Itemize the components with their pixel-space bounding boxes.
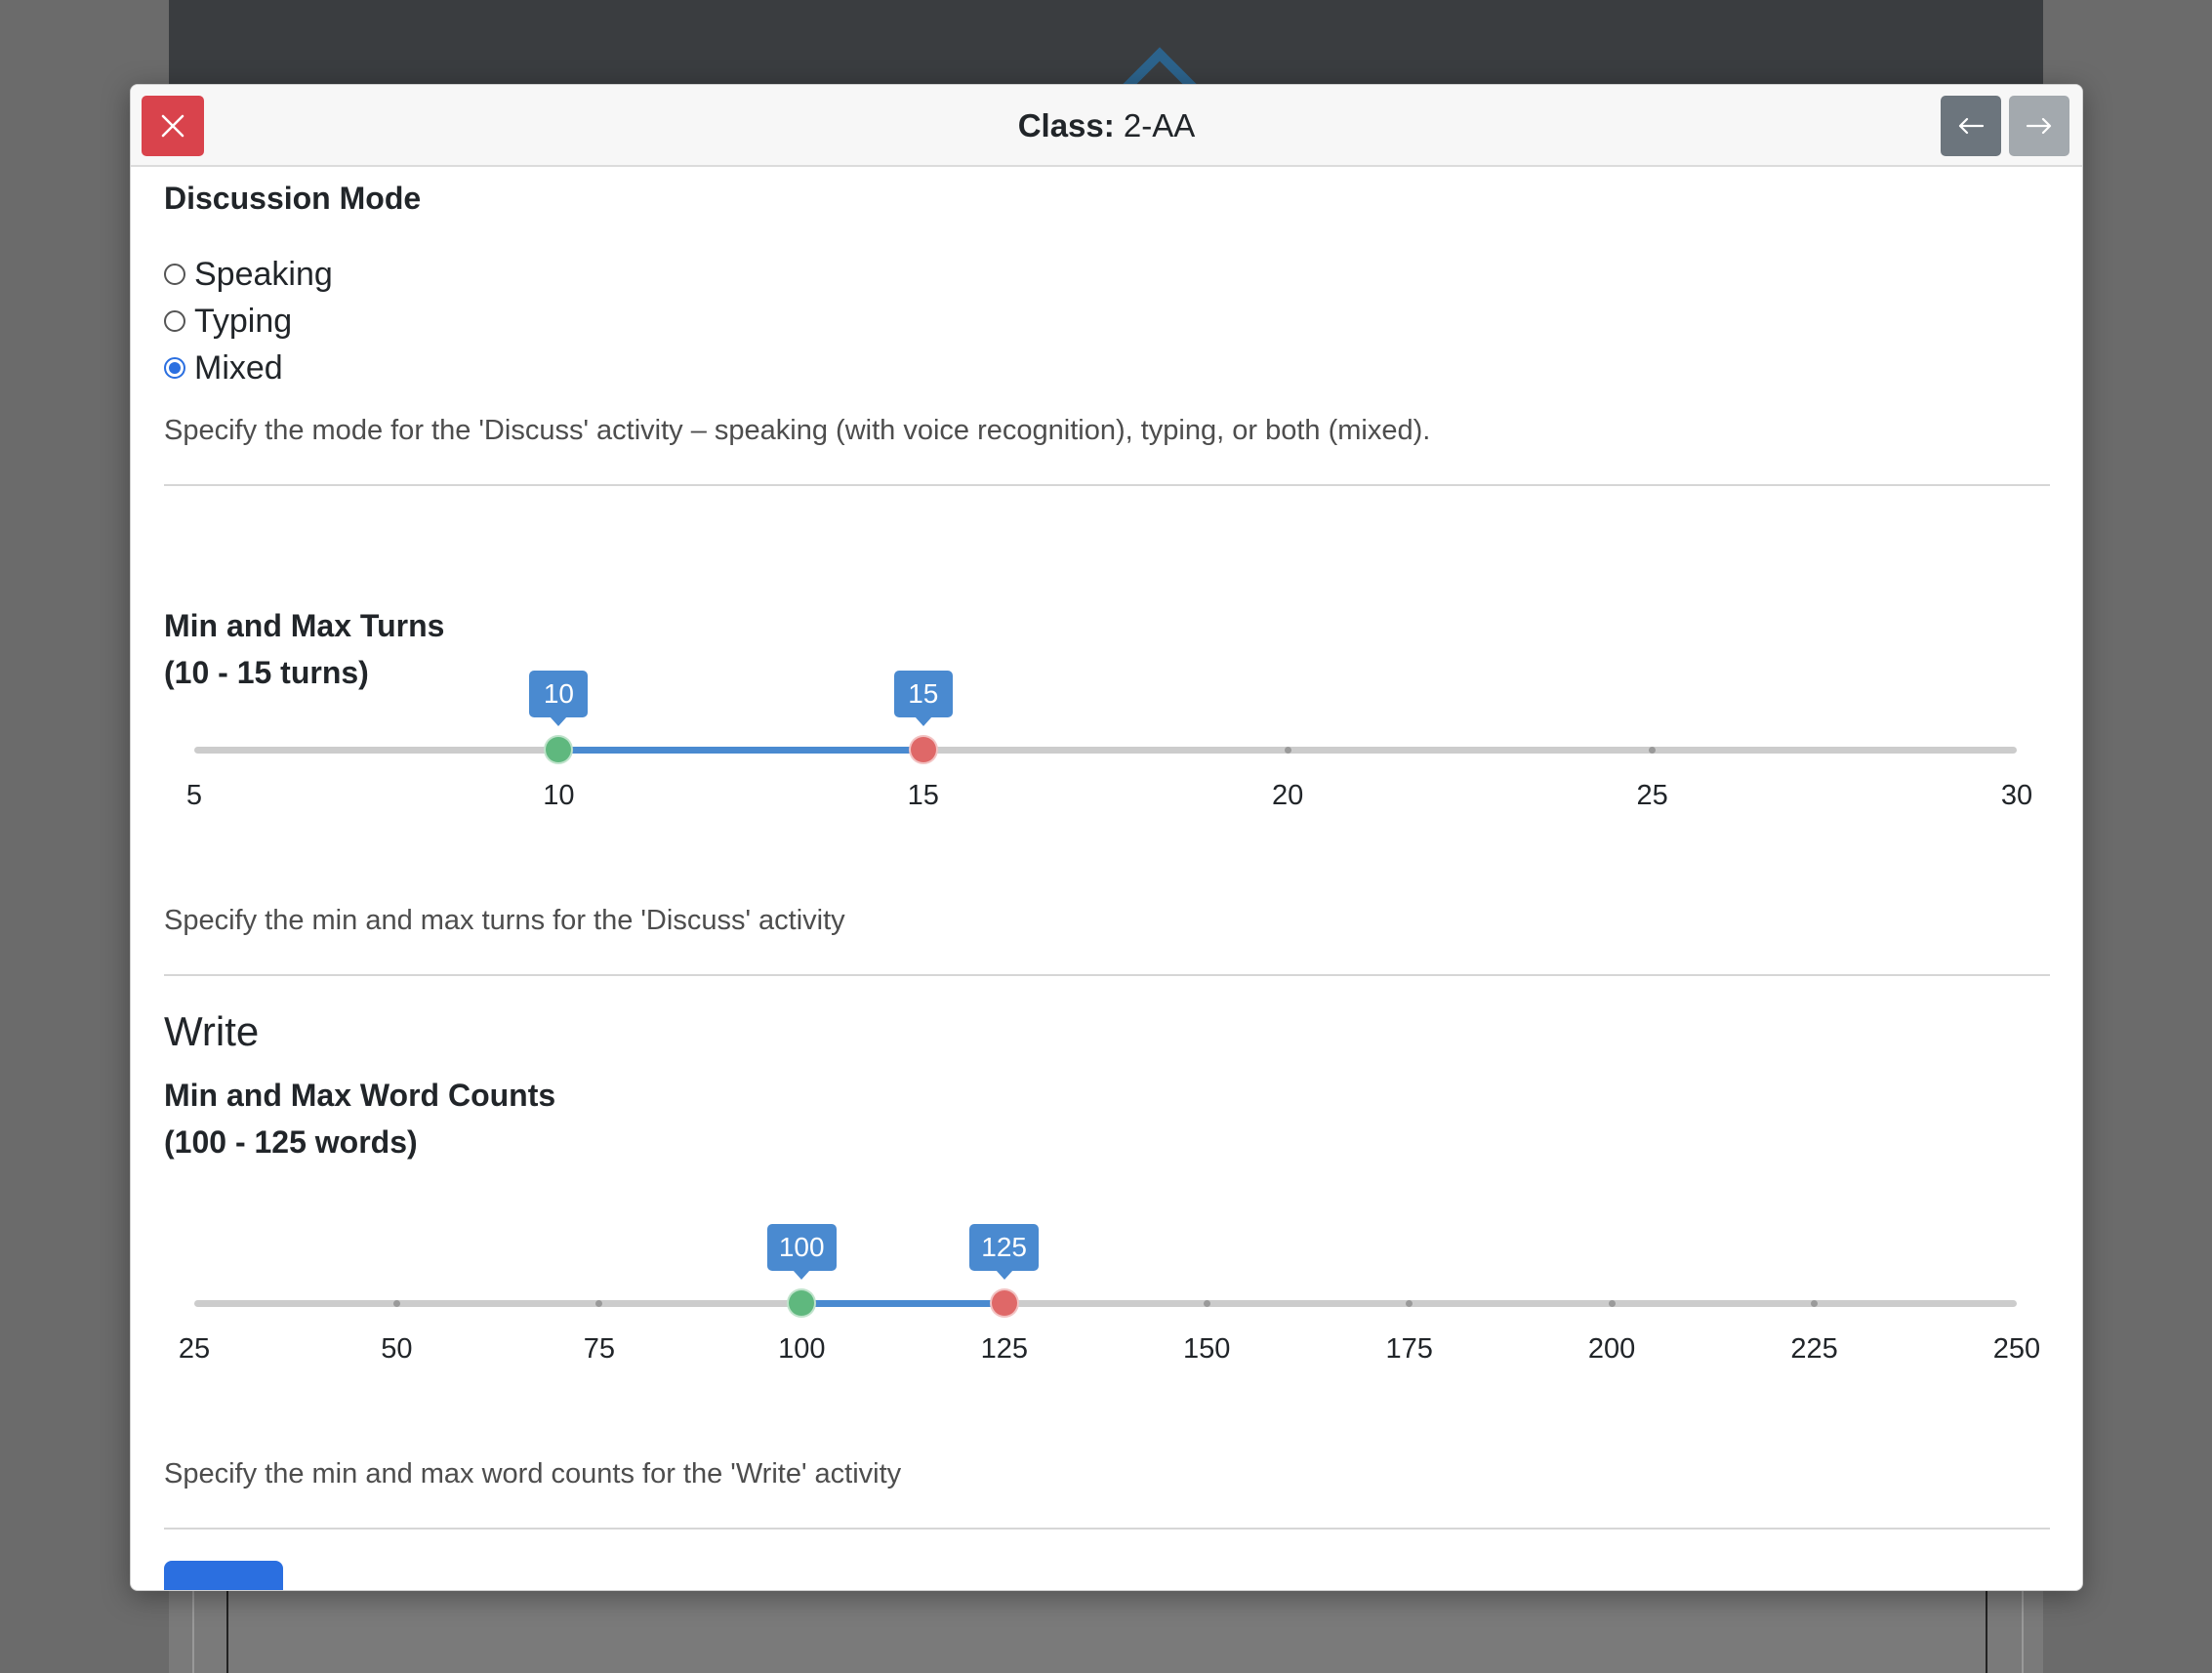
radio-circle-typing[interactable] <box>164 310 185 332</box>
word-count-range-slider[interactable]: 25 50 75 100 125 150 175 200 225 250 100 125 <box>131 1224 2082 1390</box>
discussion-mode-help: Specify the mode for the 'Discuss' activ… <box>164 415 1431 446</box>
radio-circle-speaking[interactable] <box>164 264 185 285</box>
radio-label-typing: Typing <box>194 302 293 340</box>
write-tick-label: 50 <box>381 1333 413 1365</box>
write-tick-mark <box>1203 1300 1210 1307</box>
turns-tick-label: 20 <box>1272 780 1304 811</box>
divider <box>164 1528 2050 1530</box>
save-button[interactable] <box>164 1561 283 1590</box>
discussion-mode-title: Discussion Mode <box>164 181 422 216</box>
write-tick-label: 75 <box>583 1333 615 1365</box>
write-tick-label: 225 <box>1790 1333 1838 1365</box>
radio-typing[interactable]: Typing <box>164 300 292 343</box>
turns-max-value-tooltip: 15 <box>893 671 953 726</box>
write-tick-label: 25 <box>178 1333 211 1365</box>
write-max-handle[interactable] <box>989 1288 1019 1318</box>
turns-min-handle[interactable] <box>544 735 574 764</box>
write-selected-range <box>801 1300 1004 1307</box>
turns-max-handle[interactable] <box>908 735 938 764</box>
radio-label-speaking: Speaking <box>194 255 333 293</box>
background-app-header <box>169 0 2043 85</box>
write-tick-label: 250 <box>1992 1333 2041 1365</box>
modal-title-value: 2-AA <box>1123 107 1196 143</box>
turns-tick-label: 30 <box>2000 780 2033 811</box>
turns-tick-label: 10 <box>543 780 575 811</box>
write-tick-label: 175 <box>1385 1333 1433 1365</box>
modal-title-label: Class: <box>1017 107 1115 143</box>
modal-header: Class: 2-AA <box>131 85 2082 167</box>
word-count-title: Min and Max Word Counts <box>164 1078 556 1113</box>
next-button[interactable] <box>2009 96 2069 156</box>
write-tick-mark <box>1608 1300 1616 1307</box>
turns-range-slider[interactable]: 5 10 15 20 25 30 10 15 <box>131 671 2082 836</box>
arrow-left-icon <box>1958 117 1985 135</box>
radio-circle-mixed[interactable] <box>164 357 185 379</box>
turns-help: Specify the min and max turns for the 'D… <box>164 905 845 936</box>
write-tick-mark <box>392 1300 400 1307</box>
background-logo <box>1096 39 1409 85</box>
write-tick-label: 200 <box>1587 1333 1636 1365</box>
turns-title: Min and Max Turns <box>164 608 445 643</box>
turns-tick-label: 25 <box>1636 780 1668 811</box>
arrow-right-icon <box>2026 117 2052 135</box>
radio-label-mixed: Mixed <box>194 348 283 387</box>
divider <box>164 974 2050 976</box>
previous-button[interactable] <box>1941 96 2001 156</box>
class-settings-modal: Class: 2-AA Discussion Mode Speaking Typ… <box>130 84 2083 1591</box>
write-tick-mark <box>1811 1300 1819 1307</box>
turns-tick-label: 15 <box>907 780 939 811</box>
write-min-handle[interactable] <box>787 1288 817 1318</box>
modal-title: Class: 2-AA <box>131 106 2082 145</box>
turns-tick-label: 5 <box>185 780 203 811</box>
write-tick-label: 100 <box>778 1333 826 1365</box>
word-count-help: Specify the min and max word counts for … <box>164 1458 902 1489</box>
turns-min-value-tooltip: 10 <box>529 671 589 726</box>
write-heading: Write <box>164 1008 260 1054</box>
turns-tick-mark <box>1284 747 1291 754</box>
word-count-summary: (100 - 125 words) <box>164 1124 418 1160</box>
radio-mixed[interactable]: Mixed <box>164 347 283 389</box>
turns-slider-track[interactable] <box>194 747 2017 754</box>
write-slider-track[interactable] <box>194 1300 2017 1307</box>
turns-selected-range <box>558 747 923 754</box>
radio-speaking[interactable]: Speaking <box>164 253 333 296</box>
write-max-value-tooltip: 125 <box>969 1224 1039 1280</box>
write-tick-label: 150 <box>1183 1333 1231 1365</box>
divider <box>164 484 2050 486</box>
write-tick-label: 125 <box>980 1333 1028 1365</box>
write-min-value-tooltip: 100 <box>766 1224 837 1280</box>
